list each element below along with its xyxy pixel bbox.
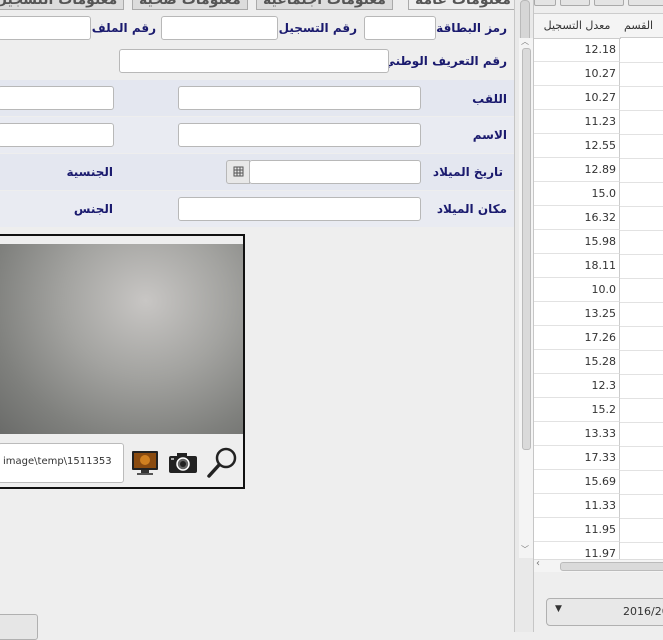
table-cell-average[interactable]: 12.89	[534, 158, 620, 182]
table-cell-section[interactable]	[620, 134, 663, 159]
last-name-input[interactable]	[178, 86, 421, 110]
table-cell-section[interactable]	[620, 158, 663, 183]
table-cell-average[interactable]: 11.23	[534, 110, 620, 134]
table-cell-section[interactable]	[620, 326, 663, 351]
table-scroll-left-icon[interactable]: ‹	[536, 558, 540, 569]
table-cell-section[interactable]	[620, 302, 663, 327]
student-photo	[0, 244, 243, 434]
national-id-input[interactable]	[119, 49, 389, 73]
table-hscrollbar-thumb[interactable]	[560, 562, 663, 571]
first-name-input[interactable]	[178, 123, 421, 147]
tab-health-info[interactable]: معلومات صحية	[132, 0, 248, 10]
birth-date-label: تاريخ الميلاد	[432, 165, 503, 179]
table-cell-section[interactable]	[620, 422, 663, 447]
table-cell-average[interactable]: 18.11	[534, 254, 620, 278]
table-cell-section[interactable]	[620, 470, 663, 495]
table-cell-average[interactable]: 15.98	[534, 230, 620, 254]
last-name-label: اللقب	[472, 92, 507, 106]
table-cell-average[interactable]: 15.0	[534, 182, 620, 206]
table-cell-average[interactable]: 10.27	[534, 86, 620, 110]
table-cell-section[interactable]	[620, 62, 663, 87]
top-button-2[interactable]	[560, 0, 590, 6]
gender-label: الجنس	[73, 202, 113, 216]
table-hscrollbar[interactable]: ‹	[534, 558, 663, 572]
table-cell-section[interactable]	[620, 350, 663, 375]
calendar-button[interactable]	[226, 160, 250, 184]
file-number-label: رقم الملف	[91, 21, 156, 35]
table-cell-average[interactable]: 17.26	[534, 326, 620, 350]
table-scroll-down-icon[interactable]: ﹀	[521, 544, 529, 555]
birth-place-input[interactable]	[178, 197, 421, 221]
column-header-average[interactable]: معدل التسجيل	[534, 14, 621, 39]
table-cell-section[interactable]	[620, 182, 663, 207]
photo-path-text: image\temp\1511353	[3, 456, 112, 467]
table-cell-average[interactable]: 15.28	[534, 350, 620, 374]
table-cell-section[interactable]	[620, 374, 663, 399]
table-cell-average[interactable]: 11.33	[534, 494, 620, 518]
top-button-1[interactable]	[534, 0, 556, 6]
tab-social-info[interactable]: معلومات اجتماعية	[256, 0, 393, 10]
table-cell-section[interactable]	[620, 278, 663, 303]
table-cell-average[interactable]: 13.33	[534, 422, 620, 446]
registration-number-label: رقم التسجيل	[278, 21, 357, 35]
first-name-latin-input[interactable]	[0, 123, 114, 147]
bottom-action-button[interactable]	[0, 614, 38, 640]
top-button-4[interactable]	[628, 0, 663, 6]
table-cell-average[interactable]: 12.3	[534, 374, 620, 398]
table-cell-section[interactable]	[620, 86, 663, 111]
card-code-input[interactable]	[364, 16, 436, 40]
birth-date-input[interactable]	[249, 160, 421, 184]
search-icon[interactable]	[205, 444, 241, 480]
table-cell-average[interactable]: 12.55	[534, 134, 620, 158]
national-id-label: رقم التعريف الوطني	[383, 54, 507, 68]
table-cell-average[interactable]: 15.69	[534, 470, 620, 494]
table-cell-average[interactable]: 12.18	[534, 38, 620, 62]
table-cell-section[interactable]	[620, 542, 663, 560]
camera-icon[interactable]	[167, 448, 199, 478]
table-cell-section[interactable]	[620, 254, 663, 279]
table-cell-section[interactable]	[620, 38, 663, 63]
registration-number-input[interactable]	[161, 16, 278, 40]
table-cell-average[interactable]: 16.32	[534, 206, 620, 230]
table-cell-average[interactable]: 11.95	[534, 518, 620, 542]
table-cell-section[interactable]	[620, 446, 663, 471]
table-cell-average[interactable]: 17.33	[534, 446, 620, 470]
chevron-down-icon: ▼	[555, 604, 562, 614]
table-cell-section[interactable]	[620, 494, 663, 519]
table-cell-section[interactable]	[620, 206, 663, 231]
first-name-label: الاسم	[472, 128, 507, 142]
table-cell-average[interactable]: 15.2	[534, 398, 620, 422]
photo-path-field[interactable]: image\temp\1511353	[0, 443, 124, 483]
file-number-input[interactable]	[0, 16, 91, 40]
table-cell-section[interactable]	[620, 398, 663, 423]
monitor-icon[interactable]	[130, 448, 160, 478]
table-scrollbar-thumb[interactable]	[522, 48, 531, 450]
year-select[interactable]: ▼ 2016/20	[546, 598, 663, 626]
table-cell-section[interactable]	[620, 110, 663, 135]
tab-registration-info[interactable]: معلومات التسجيل	[0, 0, 125, 10]
calendar-icon	[233, 166, 244, 177]
last-name-latin-input[interactable]	[0, 86, 114, 110]
table-cell-average[interactable]: 10.0	[534, 278, 620, 302]
table-cell-section[interactable]	[620, 230, 663, 255]
tab-general-info[interactable]: معلومات عامة	[408, 0, 518, 10]
card-code-label: رمز البطاقة	[436, 21, 507, 35]
table-cell-section[interactable]	[620, 518, 663, 543]
photo-panel: image\temp\1511353	[0, 234, 245, 489]
students-table: معدل التسجيل القسم 12.18 10.27 10.27 11.23 1…	[534, 13, 663, 560]
birth-place-label: مكان الميلاد	[436, 202, 507, 216]
table-cell-average[interactable]: 13.25	[534, 302, 620, 326]
nationality-label: الجنسية	[66, 165, 113, 179]
table-scroll-up-icon[interactable]: ︿	[521, 36, 529, 47]
column-header-section[interactable]: القسم	[620, 14, 663, 38]
table-scrollbar[interactable]: ︿ ﹀	[519, 36, 533, 558]
table-cell-average[interactable]: 11.97	[534, 542, 620, 560]
table-cell-average[interactable]: 10.27	[534, 62, 620, 86]
top-button-3[interactable]	[594, 0, 624, 6]
year-select-value: 2016/20	[623, 605, 663, 618]
